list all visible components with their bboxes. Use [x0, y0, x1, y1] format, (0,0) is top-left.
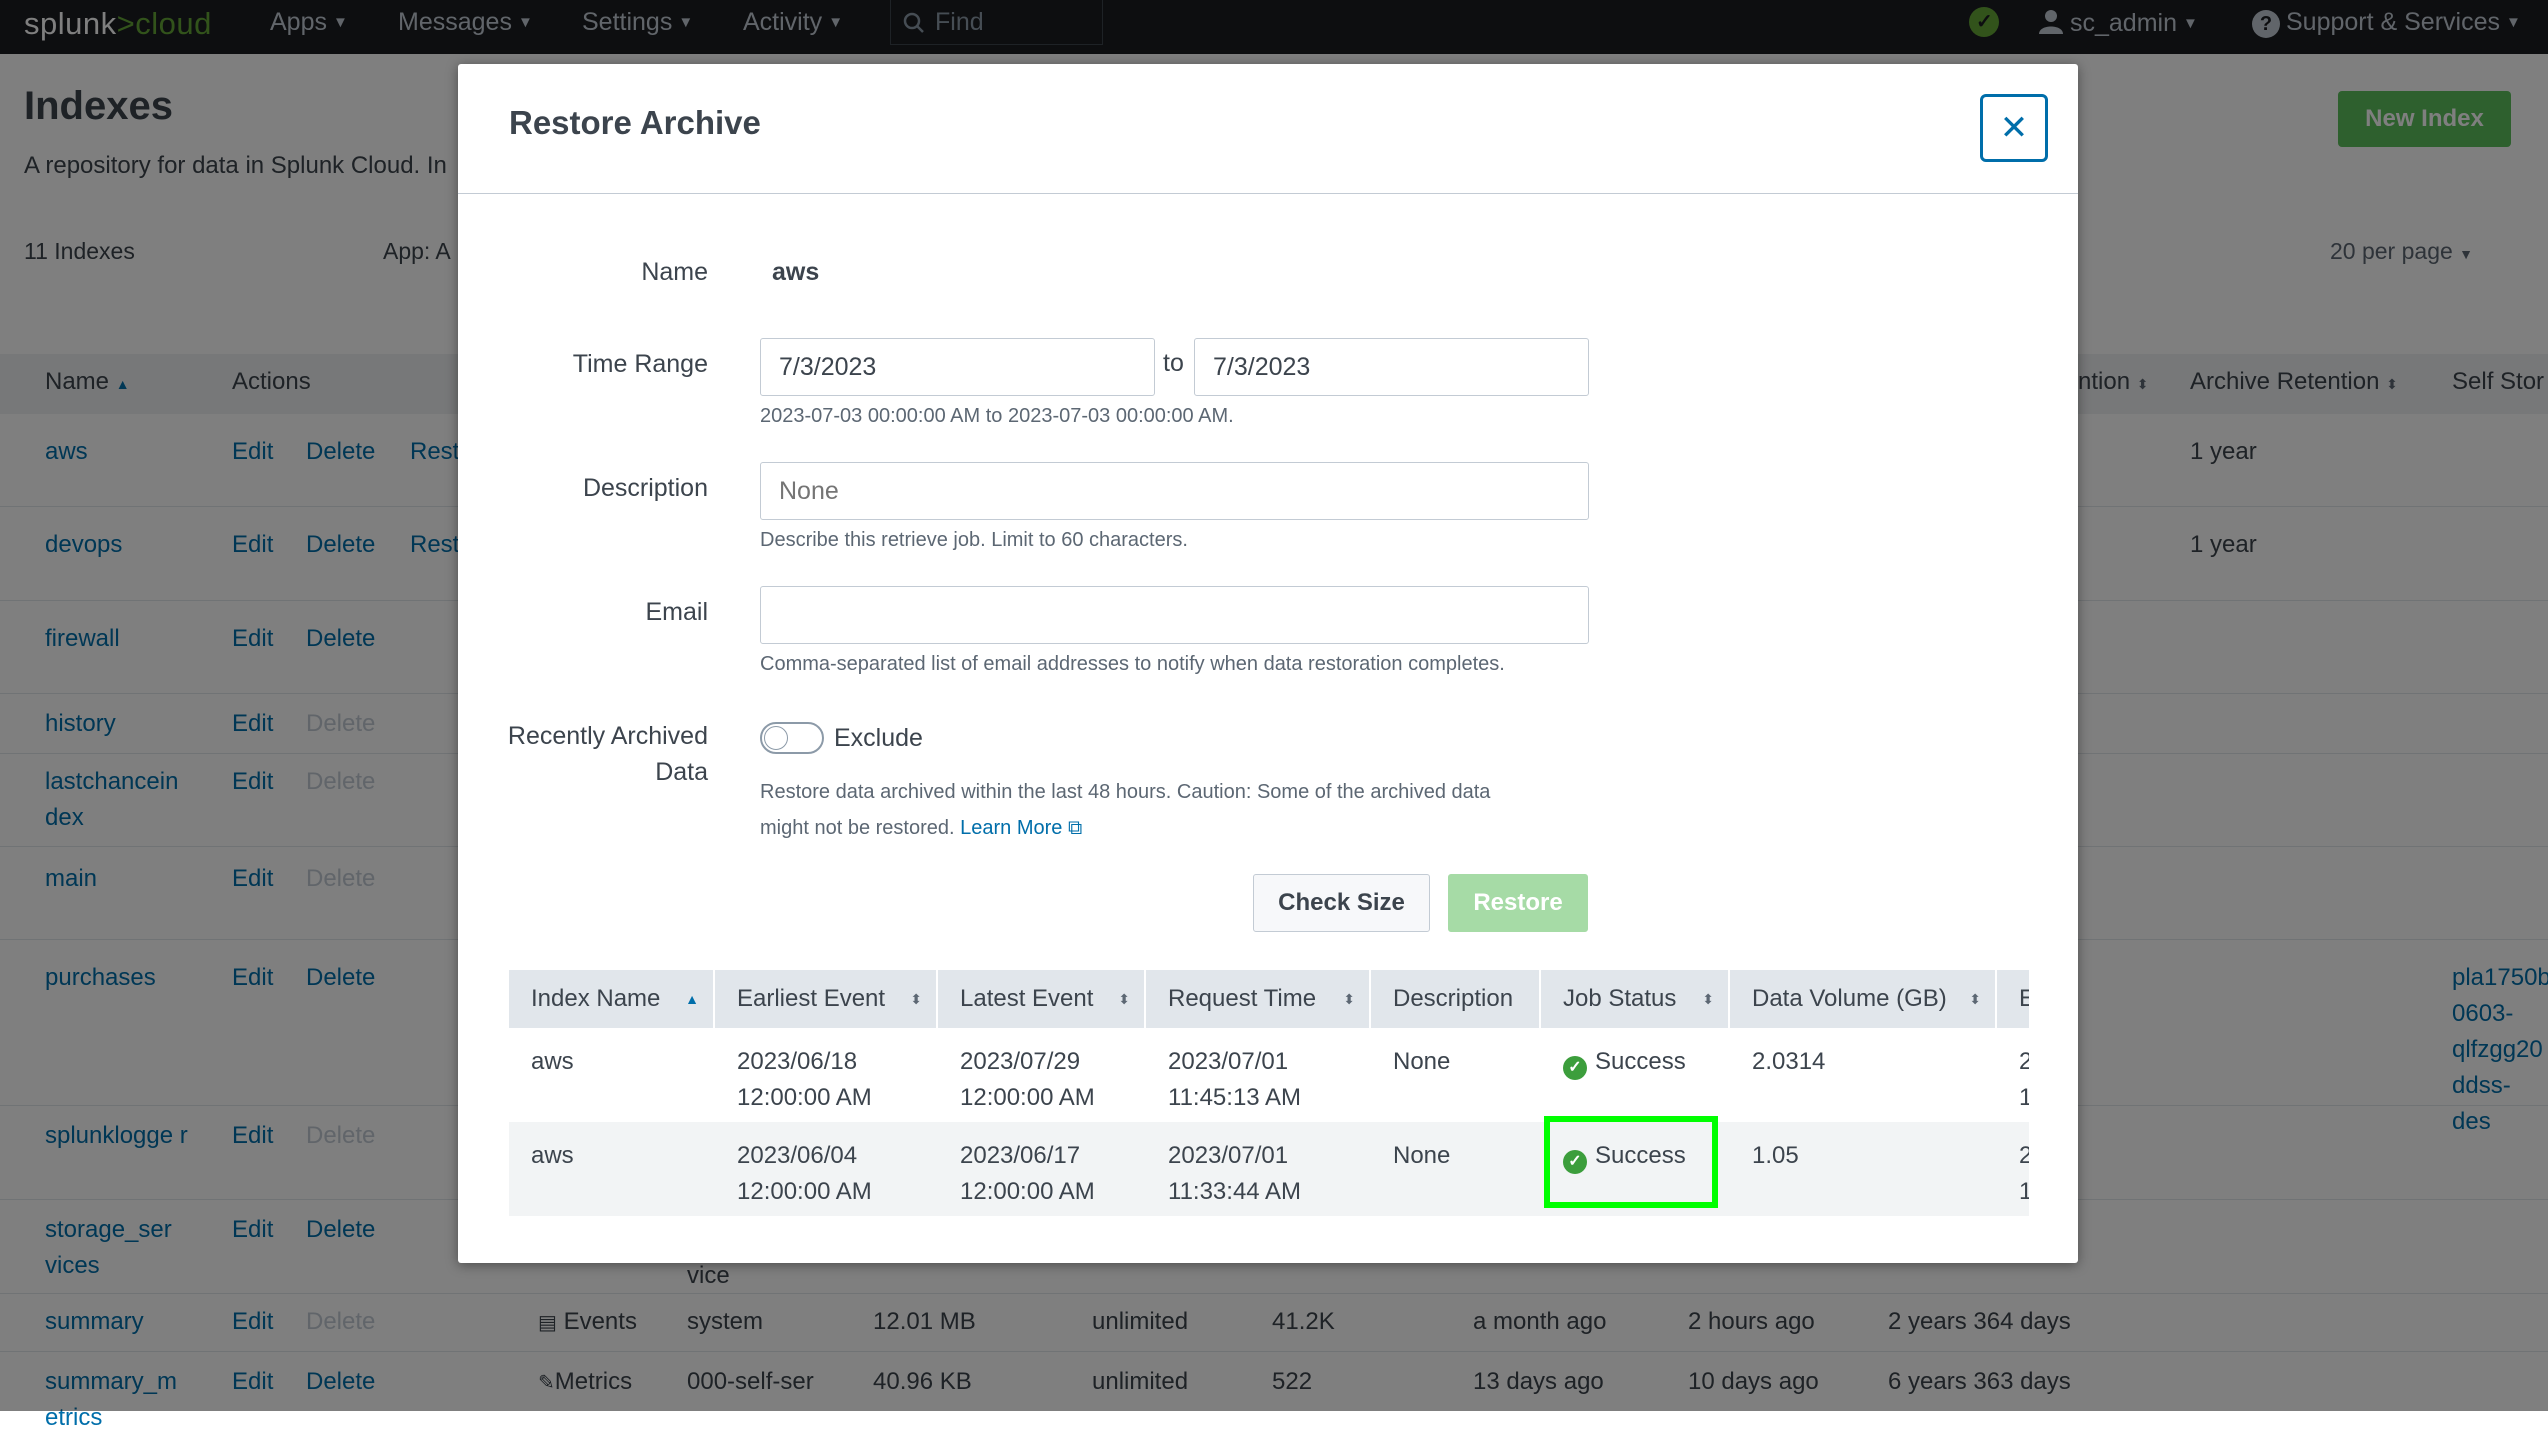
check-size-button[interactable]: Check Size: [1253, 874, 1430, 932]
close-icon: ✕: [1999, 109, 2029, 147]
column-header-latest-event[interactable]: Latest Event ⬍: [938, 970, 1146, 1028]
learn-more-link[interactable]: Learn More ⧉: [960, 817, 1082, 839]
recently-archived-help: Restore data archived within the last 48…: [760, 781, 1491, 839]
time-range-help: 2023-07-03 00:00:00 AM to 2023-07-03 00:…: [760, 405, 1234, 427]
column-header-job-status[interactable]: Job Status ⬍: [1541, 970, 1730, 1028]
sort-asc-icon: ▲: [685, 991, 699, 1007]
earliest-event-cell: 2023/06/04 12:00:00 AM: [737, 1142, 872, 1205]
time-range-end-input[interactable]: [1194, 338, 1589, 396]
description-input[interactable]: [760, 462, 1589, 520]
external-link-icon: ⧉: [1067, 817, 1083, 839]
sort-icon: ⬍: [1118, 991, 1130, 1007]
sort-icon: ⬍: [910, 991, 922, 1007]
column-header-description: Description: [1371, 970, 1541, 1028]
table-row: aws 2023/06/04 12:00:00 AM 2023/06/17 12:0…: [509, 1122, 2029, 1216]
description-cell: None: [1393, 1142, 1451, 1169]
email-label: Email: [645, 598, 708, 626]
description-cell: None: [1393, 1048, 1451, 1075]
data-volume-cell: 2.0314: [1752, 1048, 1826, 1075]
sort-icon: ⬍: [1969, 991, 1981, 1007]
truncated-cell: 21: [2019, 1048, 2029, 1111]
jobs-table-header: Index Name ▲ Earliest Event ⬍ Latest Event…: [509, 970, 2029, 1028]
latest-event-cell: 2023/06/17 12:00:00 AM: [960, 1142, 1095, 1205]
request-time-cell: 2023/07/01 11:33:44 AM: [1168, 1142, 1301, 1205]
email-help: Comma-separated list of email addresses …: [760, 653, 1505, 675]
truncated-cell: 21: [2019, 1142, 2029, 1205]
time-range-start-input[interactable]: [760, 338, 1155, 396]
table-row: aws 2023/06/18 12:00:00 AM 2023/07/29 12:0…: [509, 1028, 2029, 1122]
restore-jobs-table: Index Name ▲ Earliest Event ⬍ Latest Event…: [509, 970, 2029, 1220]
job-status-cell: ✓ Success: [1563, 1044, 1686, 1080]
column-header-truncated[interactable]: E: [1997, 970, 2029, 1028]
request-time-cell: 2023/07/01 11:45:13 AM: [1168, 1048, 1301, 1111]
check-circle-icon: ✓: [1563, 1056, 1587, 1080]
recently-archived-label: Recently Archived Data: [507, 722, 708, 786]
sort-icon: ⬍: [1343, 991, 1355, 1007]
restore-archive-modal: Restore Archive ✕ Name aws Time Range to…: [458, 64, 2078, 1263]
exclude-toggle-label: Exclude: [834, 724, 923, 752]
description-label: Description: [582, 474, 708, 502]
time-range-to-label: to: [1163, 349, 1184, 377]
close-button[interactable]: ✕: [1980, 94, 2048, 162]
index-name-cell: aws: [531, 1142, 574, 1169]
column-header-earliest-event[interactable]: Earliest Event ⬍: [715, 970, 938, 1028]
column-header-request-time[interactable]: Request Time ⬍: [1146, 970, 1371, 1028]
index-name-cell: aws: [531, 1048, 574, 1075]
modal-title: Restore Archive: [509, 104, 761, 141]
exclude-toggle[interactable]: [760, 722, 824, 754]
name-value: aws: [772, 258, 820, 286]
description-help: Describe this retrieve job. Limit to 60 …: [760, 529, 1188, 551]
earliest-event-cell: 2023/06/18 12:00:00 AM: [737, 1048, 872, 1111]
email-input[interactable]: [760, 586, 1589, 644]
column-header-data-volume[interactable]: Data Volume (GB) ⬍: [1730, 970, 1997, 1028]
status-highlight-box: [1544, 1116, 1718, 1208]
latest-event-cell: 2023/07/29 12:00:00 AM: [960, 1048, 1095, 1111]
column-header-index-name[interactable]: Index Name ▲: [509, 970, 715, 1028]
sort-icon: ⬍: [1702, 991, 1714, 1007]
time-range-label: Time Range: [572, 350, 708, 378]
restore-button: Restore: [1448, 874, 1588, 932]
data-volume-cell: 1.05: [1752, 1142, 1799, 1169]
name-label: Name: [641, 258, 708, 286]
toggle-knob: [764, 726, 788, 750]
modal-header: Restore Archive ✕: [458, 64, 2078, 194]
